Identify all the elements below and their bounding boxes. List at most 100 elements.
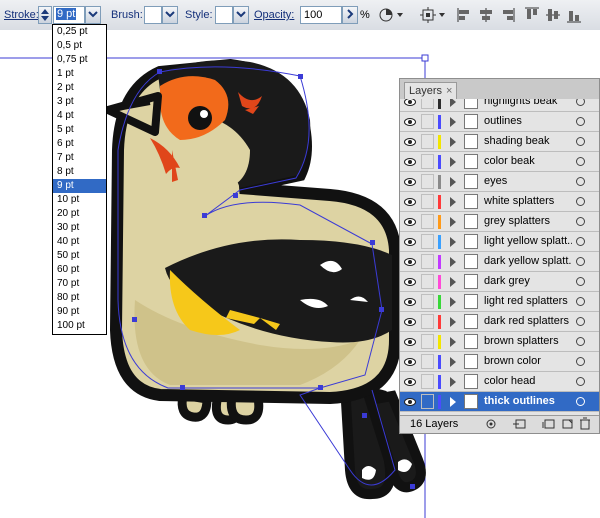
stroke-option[interactable]: 3 pt <box>53 95 106 109</box>
visibility-eye-icon[interactable] <box>404 236 416 248</box>
opacity-arrow-button[interactable] <box>342 6 358 24</box>
recolor-artwork-icon[interactable] <box>378 7 394 23</box>
align-bottom-icon[interactable] <box>566 7 582 23</box>
layer-row[interactable]: thick outlines <box>400 392 599 412</box>
expand-triangle-icon[interactable] <box>450 197 456 207</box>
trash-icon[interactable] <box>578 417 592 430</box>
visibility-eye-icon[interactable] <box>404 116 416 128</box>
expand-triangle-icon[interactable] <box>450 397 456 407</box>
expand-triangle-icon[interactable] <box>450 377 456 387</box>
target-circle-icon[interactable] <box>576 99 585 106</box>
layer-row[interactable]: grey splatters <box>400 212 599 232</box>
stroke-option[interactable]: 80 pt <box>53 291 106 305</box>
stroke-option[interactable]: 40 pt <box>53 235 106 249</box>
align-center-icon[interactable] <box>478 7 494 23</box>
opacity-field[interactable]: 100 <box>300 6 342 24</box>
target-circle-icon[interactable] <box>576 397 585 406</box>
visibility-eye-icon[interactable] <box>404 196 416 208</box>
visibility-eye-icon[interactable] <box>404 356 416 368</box>
stroke-option[interactable]: 4 pt <box>53 109 106 123</box>
target-circle-icon[interactable] <box>576 217 585 226</box>
expand-triangle-icon[interactable] <box>450 177 456 187</box>
stroke-weight-dropdown[interactable]: 0,25 pt 0,5 pt 0,75 pt 1 pt 2 pt 3 pt 4 pt 5 pt… <box>52 24 107 335</box>
transform-icon[interactable] <box>420 7 436 23</box>
visibility-eye-icon[interactable] <box>404 136 416 148</box>
new-layer-icon[interactable] <box>560 418 574 430</box>
style-dropdown-button[interactable] <box>233 6 249 24</box>
artboard-handle[interactable] <box>421 54 429 62</box>
lock-toggle[interactable] <box>421 334 434 349</box>
stroke-option[interactable]: 100 pt <box>53 319 106 333</box>
lock-toggle[interactable] <box>421 134 434 149</box>
expand-triangle-icon[interactable] <box>450 357 456 367</box>
expand-triangle-icon[interactable] <box>450 297 456 307</box>
stroke-option[interactable]: 7 pt <box>53 151 106 165</box>
make-clipping-mask-icon[interactable] <box>512 418 528 430</box>
layer-row[interactable]: color beak <box>400 152 599 172</box>
layer-row[interactable]: highlights beak <box>400 99 599 112</box>
visibility-eye-icon[interactable] <box>404 156 416 168</box>
stroke-option[interactable]: 1 pt <box>53 67 106 81</box>
target-circle-icon[interactable] <box>576 197 585 206</box>
layer-row[interactable]: brown color <box>400 352 599 372</box>
layer-row[interactable]: white splatters <box>400 192 599 212</box>
layer-row[interactable]: brown splatters <box>400 332 599 352</box>
lock-toggle[interactable] <box>421 254 434 269</box>
lock-toggle[interactable] <box>421 394 434 409</box>
layer-row[interactable]: dark red splatters <box>400 312 599 332</box>
stroke-option[interactable]: 9 pt <box>53 179 106 193</box>
expand-triangle-icon[interactable] <box>450 217 456 227</box>
visibility-eye-icon[interactable] <box>404 256 416 268</box>
stroke-option[interactable]: 2 pt <box>53 81 106 95</box>
menu-arrow-icon[interactable] <box>437 7 447 23</box>
stroke-option[interactable]: 70 pt <box>53 277 106 291</box>
lock-toggle[interactable] <box>421 99 434 109</box>
lock-toggle[interactable] <box>421 314 434 329</box>
expand-triangle-icon[interactable] <box>450 237 456 247</box>
visibility-eye-icon[interactable] <box>404 316 416 328</box>
new-sublayer-icon[interactable] <box>542 418 556 430</box>
tab-layers[interactable]: Layers × <box>404 82 458 100</box>
align-middle-icon[interactable] <box>545 7 561 23</box>
lock-toggle[interactable] <box>421 194 434 209</box>
stroke-option[interactable]: 90 pt <box>53 305 106 319</box>
lock-toggle[interactable] <box>421 154 434 169</box>
visibility-eye-icon[interactable] <box>404 296 416 308</box>
close-icon[interactable]: × <box>446 85 452 97</box>
expand-triangle-icon[interactable] <box>450 137 456 147</box>
target-circle-icon[interactable] <box>576 177 585 186</box>
lock-toggle[interactable] <box>421 214 434 229</box>
visibility-eye-icon[interactable] <box>404 336 416 348</box>
layer-row[interactable]: dark yellow splatt... <box>400 252 599 272</box>
visibility-eye-icon[interactable] <box>404 396 416 408</box>
expand-triangle-icon[interactable] <box>450 117 456 127</box>
lock-toggle[interactable] <box>421 374 434 389</box>
align-top-icon[interactable] <box>524 7 540 23</box>
target-circle-icon[interactable] <box>576 277 585 286</box>
locate-object-icon[interactable] <box>484 418 498 430</box>
target-circle-icon[interactable] <box>576 337 585 346</box>
stroke-option[interactable]: 30 pt <box>53 221 106 235</box>
expand-triangle-icon[interactable] <box>450 99 456 107</box>
target-circle-icon[interactable] <box>576 137 585 146</box>
expand-triangle-icon[interactable] <box>450 337 456 347</box>
visibility-eye-icon[interactable] <box>404 376 416 388</box>
target-circle-icon[interactable] <box>576 357 585 366</box>
stroke-dropdown-button[interactable] <box>85 6 101 24</box>
brush-swatch[interactable] <box>144 6 162 24</box>
stroke-weight-field[interactable]: 9 pt <box>53 6 85 24</box>
style-swatch[interactable] <box>215 6 233 24</box>
stroke-option[interactable]: 5 pt <box>53 123 106 137</box>
target-circle-icon[interactable] <box>576 157 585 166</box>
expand-triangle-icon[interactable] <box>450 317 456 327</box>
target-circle-icon[interactable] <box>576 377 585 386</box>
expand-triangle-icon[interactable] <box>450 277 456 287</box>
stroke-option[interactable]: 0,25 pt <box>53 25 106 39</box>
stroke-spinner[interactable] <box>38 6 52 24</box>
lock-toggle[interactable] <box>421 274 434 289</box>
layer-row[interactable]: eyes <box>400 172 599 192</box>
lock-toggle[interactable] <box>421 294 434 309</box>
layer-row[interactable]: light yellow splatt... <box>400 232 599 252</box>
layer-row[interactable]: dark grey <box>400 272 599 292</box>
visibility-eye-icon[interactable] <box>404 99 416 108</box>
